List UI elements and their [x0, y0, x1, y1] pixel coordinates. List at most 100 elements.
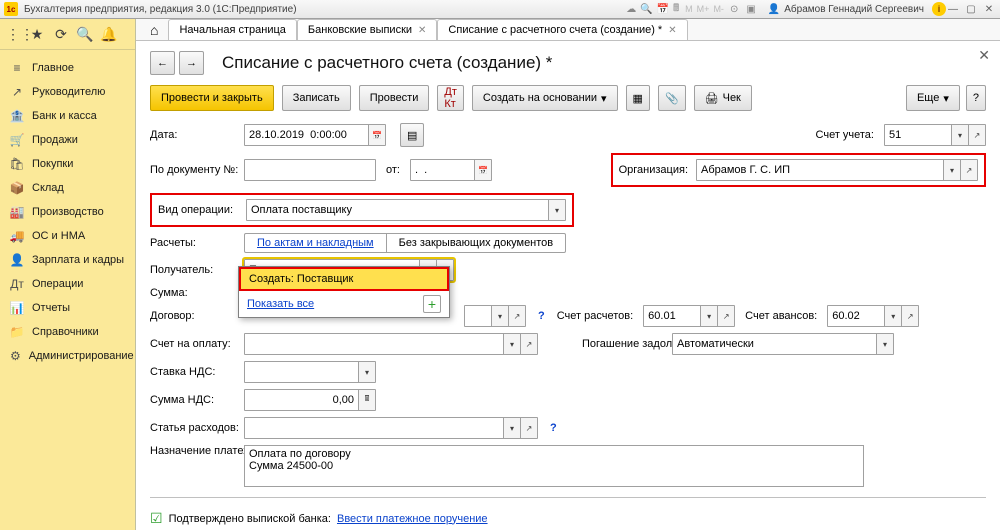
advance-acc-field[interactable]: ▾↗: [827, 305, 919, 327]
back-button[interactable]: ←: [150, 51, 175, 75]
bell-icon[interactable]: 🔔: [98, 23, 120, 45]
struct-button[interactable]: ▦: [626, 85, 650, 111]
help-button[interactable]: ?: [966, 85, 986, 111]
chevron-down-icon[interactable]: ▾: [943, 160, 960, 180]
memory-icon[interactable]: M-: [711, 4, 726, 14]
calendar-icon[interactable]: 📅: [368, 125, 385, 145]
open-icon[interactable]: ↗: [508, 306, 525, 326]
sidebar-item-warehouse[interactable]: 📦Склад: [0, 176, 135, 200]
maximize-icon[interactable]: ▢: [964, 2, 978, 16]
account-input[interactable]: [885, 125, 951, 145]
help-icon[interactable]: ?: [548, 422, 559, 434]
sidebar-item-manager[interactable]: ↗Руководителю: [0, 80, 135, 104]
purpose-textarea[interactable]: [244, 445, 864, 487]
memory-icon[interactable]: M: [683, 4, 695, 14]
sidebar-item-production[interactable]: 🏭Производство: [0, 200, 135, 224]
enter-order-link[interactable]: Ввести платежное поручение: [337, 513, 488, 525]
toolbar-icon[interactable]: 🔍: [640, 4, 652, 15]
payacc-input[interactable]: [245, 334, 503, 354]
open-icon[interactable]: ↗: [960, 160, 977, 180]
vatsum-input[interactable]: [245, 390, 358, 410]
chevron-down-icon[interactable]: ▾: [876, 334, 893, 354]
sidebar-item-sales[interactable]: 🛒Продажи: [0, 128, 135, 152]
info-icon[interactable]: i: [932, 2, 946, 16]
plus-icon[interactable]: +: [423, 295, 441, 313]
open-icon[interactable]: ↗: [968, 125, 985, 145]
sidebar-item-operations[interactable]: ДтОперации: [0, 272, 135, 296]
close-icon[interactable]: ✕: [982, 2, 996, 16]
close-icon[interactable]: ✕: [668, 25, 676, 36]
tab-bank-statements[interactable]: Банковские выписки✕: [297, 19, 438, 40]
chevron-down-icon[interactable]: ▾: [884, 306, 901, 326]
sidebar-item-assets[interactable]: 🚚ОС и НМА: [0, 224, 135, 248]
from-date-field[interactable]: 📅: [410, 159, 492, 181]
minimize-icon[interactable]: —: [946, 2, 960, 16]
post-close-button[interactable]: Провести и закрыть: [150, 85, 274, 111]
contract-input[interactable]: [465, 306, 491, 326]
docno-field[interactable]: [244, 159, 376, 181]
close-icon[interactable]: ✕: [418, 25, 426, 36]
calc-toggle[interactable]: По актам и накладным Без закрывающих док…: [244, 233, 566, 253]
vatrate-field[interactable]: ▾: [244, 361, 376, 383]
from-date-input[interactable]: [411, 160, 474, 180]
open-icon[interactable]: ↗: [901, 306, 918, 326]
expense-input[interactable]: [245, 418, 503, 438]
favorite-icon[interactable]: ★: [26, 23, 48, 45]
vatsum-field[interactable]: 🖩: [244, 389, 376, 411]
history-icon[interactable]: ⟳: [50, 23, 72, 45]
tab-writeoff[interactable]: Списание с расчетного счета (создание) *…: [437, 19, 687, 40]
contract-field[interactable]: ▾↗: [464, 305, 526, 327]
post-button[interactable]: Провести: [359, 85, 430, 111]
expense-field[interactable]: ▾↗: [244, 417, 538, 439]
dd-show-all[interactable]: Показать все +: [239, 291, 449, 317]
attach-button[interactable]: 📎: [658, 85, 686, 111]
chevron-down-icon[interactable]: ▾: [491, 306, 508, 326]
debt-input[interactable]: [673, 334, 876, 354]
payacc-field[interactable]: ▾↗: [244, 333, 538, 355]
save-button[interactable]: Записать: [282, 85, 351, 111]
toolbar-icon[interactable]: ⊙: [730, 4, 738, 15]
account-field[interactable]: ▾↗: [884, 124, 986, 146]
org-input[interactable]: [697, 160, 943, 180]
chevron-down-icon[interactable]: ▾: [503, 334, 520, 354]
toolbar-icon[interactable]: 🖩: [673, 1, 679, 18]
calc-acc-input[interactable]: [644, 306, 700, 326]
chevron-down-icon[interactable]: ▾: [700, 306, 717, 326]
calendar-icon[interactable]: 📅: [474, 160, 491, 180]
toolbar-icon[interactable]: ☁: [626, 4, 636, 15]
toolbar-icon[interactable]: ▣: [746, 4, 755, 15]
optype-field[interactable]: ▾: [246, 199, 566, 221]
date-field[interactable]: 📅: [244, 124, 386, 146]
chevron-down-icon[interactable]: ▾: [548, 200, 565, 220]
sidebar-item-bank[interactable]: 🏦Банк и касса: [0, 104, 135, 128]
open-icon[interactable]: ↗: [717, 306, 734, 326]
calc-no-closing[interactable]: Без закрывающих документов: [387, 234, 566, 252]
tab-home[interactable]: Начальная страница: [168, 19, 296, 40]
date-input[interactable]: [245, 125, 368, 145]
sidebar-item-purchases[interactable]: 🛍Покупки: [0, 152, 135, 176]
debt-field[interactable]: ▾: [672, 333, 894, 355]
apps-icon[interactable]: ⋮⋮⋮: [2, 23, 24, 45]
chevron-down-icon[interactable]: ▾: [358, 362, 375, 382]
open-icon[interactable]: ↗: [520, 334, 537, 354]
sidebar-item-reports[interactable]: 📊Отчеты: [0, 296, 135, 320]
more-button[interactable]: Еще▾: [906, 85, 960, 111]
org-field[interactable]: ▾↗: [696, 159, 978, 181]
home-icon[interactable]: ⌂: [140, 22, 168, 38]
toolbar-icon[interactable]: 📅: [657, 4, 669, 15]
docno-input[interactable]: [245, 160, 375, 180]
advance-acc-input[interactable]: [828, 306, 884, 326]
sidebar-item-admin[interactable]: ⚙Администрирование: [0, 344, 135, 368]
chevron-down-icon[interactable]: ▾: [503, 418, 520, 438]
calc-by-acts[interactable]: По актам и накладным: [245, 234, 387, 252]
sidebar-item-main[interactable]: ≡Главное: [0, 56, 135, 80]
dd-create-supplier[interactable]: Создать: Поставщик: [241, 269, 447, 289]
calculator-icon[interactable]: 🖩: [358, 390, 375, 410]
chevron-down-icon[interactable]: ▾: [951, 125, 968, 145]
help-icon[interactable]: ?: [536, 310, 547, 322]
create-based-button[interactable]: Создать на основании▾: [472, 85, 618, 111]
date-ext-button[interactable]: ▤: [400, 123, 424, 147]
current-user[interactable]: 👤 Абрамов Геннадий Сергеевич: [768, 4, 924, 15]
sidebar-item-references[interactable]: 📁Справочники: [0, 320, 135, 344]
vatrate-input[interactable]: [245, 362, 358, 382]
